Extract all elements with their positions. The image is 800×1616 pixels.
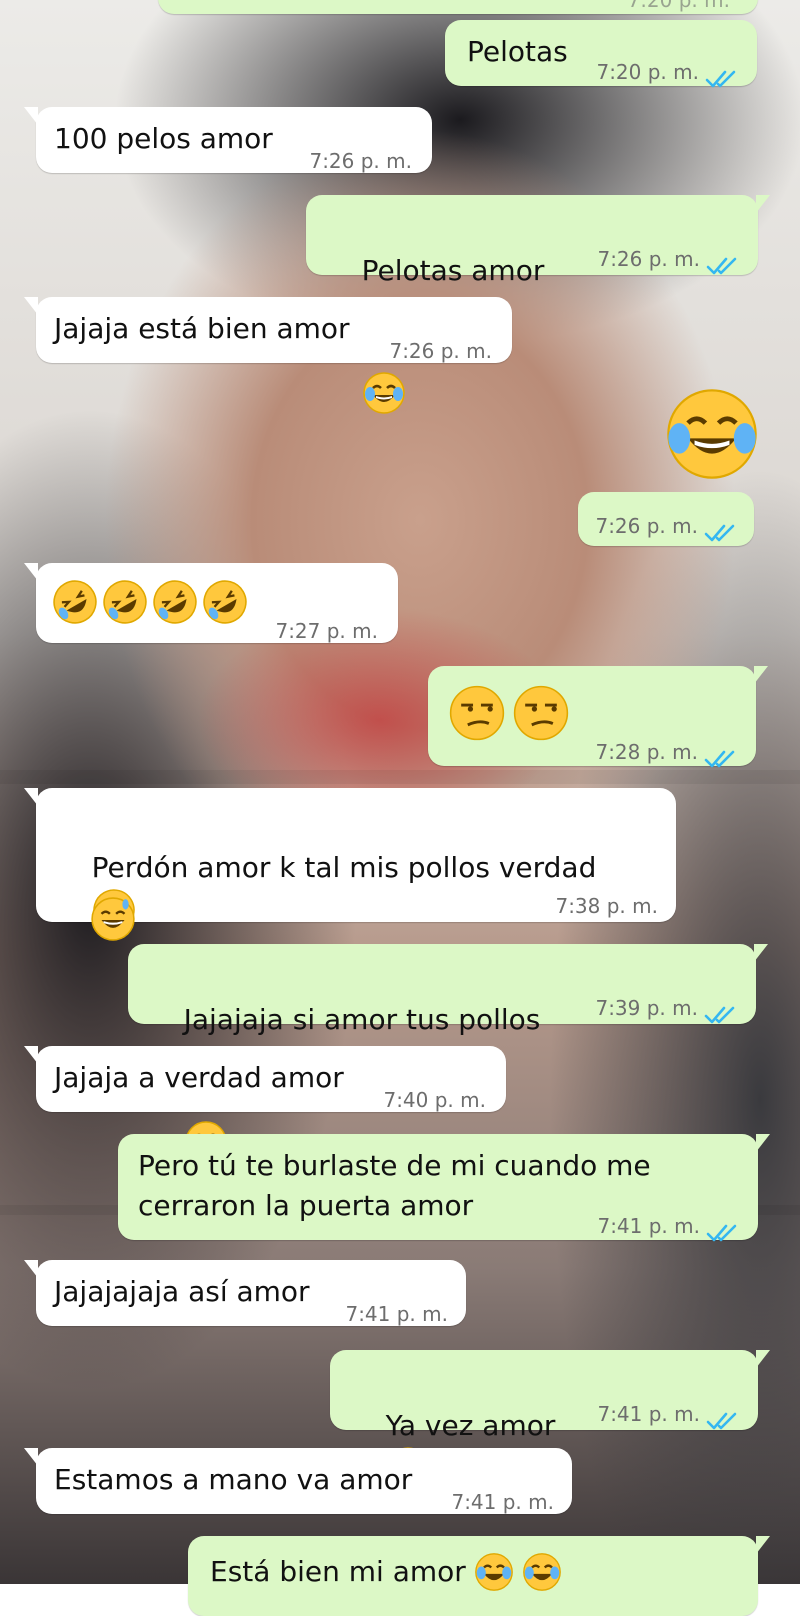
message-timestamp: 7:26 p. m. — [595, 514, 698, 538]
message-bubble-outgoing[interactable]: 7:26 p. m. — [578, 492, 754, 546]
read-receipt-icon — [706, 1404, 740, 1430]
message-meta: 7:40 p. m. — [383, 1080, 486, 1120]
message-meta: 7:20 p. m. — [596, 52, 739, 92]
tears-of-joy-big-emoji-icon — [664, 386, 760, 486]
message-text: Jajaja está bien amor — [54, 312, 350, 345]
read-receipt-icon — [704, 516, 738, 542]
message-bubble-outgoing[interactable]: Ya vez amor 7:41 p. m. — [330, 1350, 770, 1489]
read-receipt-icon — [706, 249, 740, 275]
read-receipt-icon — [706, 1216, 740, 1242]
message-text: Jajaja a verdad amor — [54, 1061, 344, 1094]
message-bubble-outgoing-cropped[interactable]: Está bien mi amor — [188, 1536, 770, 1616]
message-bubble-outgoing[interactable]: 7:28 p. m. — [428, 666, 768, 768]
message-text: Jajajajaja así amor — [54, 1275, 310, 1308]
message-bubble-incoming[interactable]: Estamos a mano va amor 7:41 p. m. — [24, 1448, 572, 1514]
message-text: 100 pelos amor — [54, 122, 273, 155]
message-emojis-line2 — [54, 856, 136, 982]
message-timestamp: 7:41 p. m. — [597, 1214, 700, 1238]
message-emojis — [448, 684, 570, 742]
unamused-emoji-icon — [448, 684, 506, 742]
rolling-laughing-emoji-icon — [102, 579, 148, 625]
message-meta: 7:27 p. m. — [275, 611, 378, 651]
message-meta: 7:39 p. m. — [595, 988, 738, 1028]
message-timestamp: 7:40 p. m. — [383, 1088, 486, 1112]
message-timestamp: 7:41 p. m. — [451, 1490, 554, 1514]
message-text: Pelotas amor — [326, 211, 544, 535]
grinning-sweat-emoji-icon — [90, 896, 136, 942]
message-meta: 7:38 p. m. — [555, 886, 658, 926]
message-meta: 7:26 p. m. — [595, 506, 738, 546]
message-text: Está bien mi amor — [210, 1552, 562, 1592]
message-meta: 7:41 p. m. — [597, 1394, 740, 1434]
rolling-laughing-emoji-icon — [152, 579, 198, 625]
message-timestamp: 7:38 p. m. — [555, 894, 658, 918]
message-meta: 7:26 p. m. — [309, 141, 412, 181]
rolling-laughing-emoji-icon — [202, 579, 248, 625]
message-meta: 7:26 p. m. — [597, 239, 740, 279]
message-text-line1: Pero tú te burlaste de mi cuando me — [138, 1149, 651, 1182]
read-receipt-icon — [704, 742, 738, 768]
message-timestamp: 7:20 p. m. — [627, 0, 730, 12]
message-bubble-outgoing[interactable]: Pelotas 7:20 p. m. — [445, 20, 757, 88]
message-timestamp: 7:41 p. m. — [345, 1302, 448, 1326]
message-timestamp: 7:27 p. m. — [275, 619, 378, 643]
message-bubble-incoming[interactable]: Jajaja está bien amor 7:26 p. m. — [24, 297, 512, 363]
message-text-line2: cerraron la puerta amor — [138, 1189, 474, 1222]
message-bubble-incoming[interactable]: 100 pelos amor 7:26 p. m. — [24, 107, 432, 173]
rolling-laughing-emoji-icon — [52, 579, 98, 625]
message-text: Pelotas — [467, 35, 568, 68]
message-timestamp: 7:26 p. m. — [309, 149, 412, 173]
message-bubble-outgoing[interactable]: Pelotas amor 7:26 p. m. — [306, 195, 770, 414]
message-text: Estamos a mano va amor — [54, 1463, 413, 1496]
message-meta: 7:41 p. m. — [345, 1294, 448, 1334]
message-bubble-incoming[interactable]: Perdón amor k tal mis pollos verdad 7:38… — [24, 788, 676, 941]
message-meta: 7:41 p. m. — [451, 1482, 554, 1522]
message-bubble-outgoing[interactable]: Jajajaja si amor tus pollos 7:39 p. m. — [128, 944, 768, 1163]
message-bubble-incoming[interactable]: 7:27 p. m. — [24, 563, 398, 643]
message-meta: 7:28 p. m. — [595, 732, 738, 772]
unamused-emoji-icon — [512, 684, 570, 742]
read-receipt-icon — [704, 998, 738, 1024]
message-meta: 7:26 p. m. — [389, 331, 492, 371]
message-timestamp: 7:28 p. m. — [595, 740, 698, 764]
message-timestamp: 7:20 p. m. — [596, 60, 699, 84]
message-emojis — [52, 579, 248, 625]
message-bubble-incoming[interactable]: Jajaja a verdad amor 7:40 p. m. — [24, 1046, 506, 1112]
message-timestamp: 7:26 p. m. — [389, 339, 492, 363]
message-bubble-incoming[interactable]: Jajajajaja así amor 7:41 p. m. — [24, 1260, 466, 1326]
message-timestamp: 7:26 p. m. — [597, 247, 700, 271]
message-bubble-outgoing-cropped[interactable]: 7:20 p. m. — [158, 0, 758, 14]
wallpaper-seam — [0, 770, 800, 784]
message-timestamp: 7:39 p. m. — [595, 996, 698, 1020]
read-receipt-icon — [705, 62, 739, 88]
message-meta: 7:41 p. m. — [597, 1206, 740, 1246]
tears-of-joy-emoji-icon — [474, 1552, 514, 1592]
message-timestamp: 7:41 p. m. — [597, 1402, 700, 1426]
message-bubble-outgoing[interactable]: Pero tú te burlaste de mi cuando me cerr… — [118, 1134, 770, 1242]
tears-of-joy-emoji-icon — [522, 1552, 562, 1592]
